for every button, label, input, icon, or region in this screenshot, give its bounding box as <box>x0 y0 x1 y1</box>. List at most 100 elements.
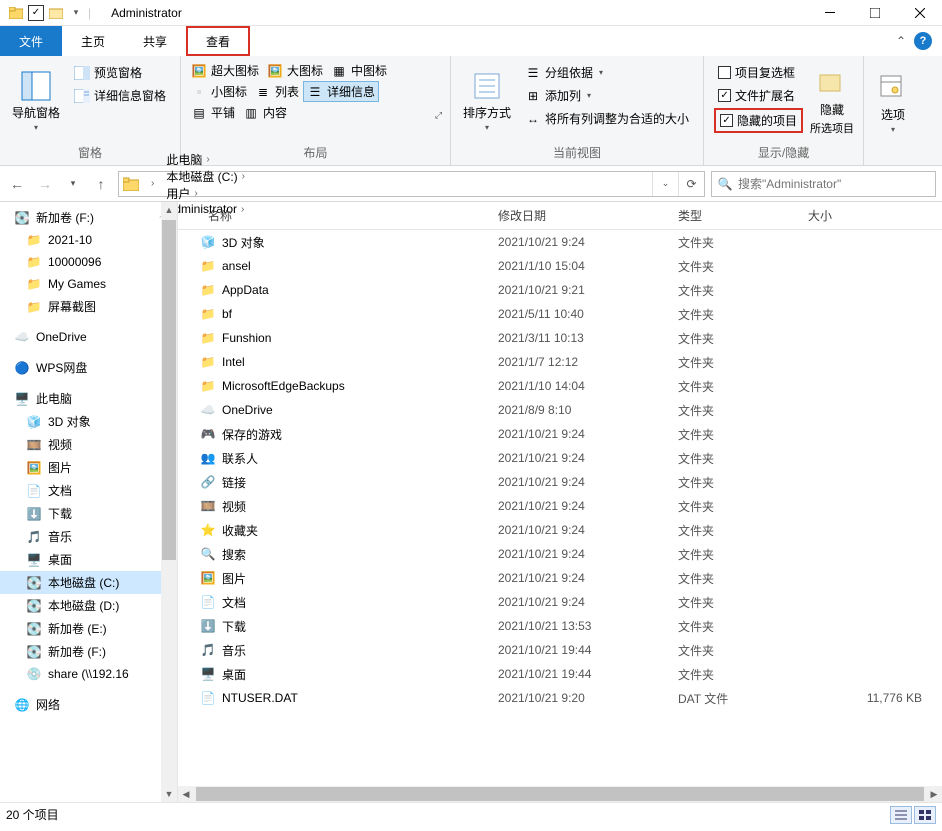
file-row[interactable]: 📁Funshion 2021/3/11 10:13 文件夹 <box>178 326 942 350</box>
col-header-date[interactable]: 修改日期 <box>498 207 678 224</box>
search-box[interactable]: 🔍 <box>711 171 936 197</box>
file-row[interactable]: 📁AppData 2021/10/21 9:21 文件夹 <box>178 278 942 302</box>
tree-item[interactable]: 💽本地磁盘 (C:) <box>0 571 177 594</box>
options-button[interactable]: 选项▾ <box>870 60 916 145</box>
file-row[interactable]: ☁️OneDrive 2021/8/9 8:10 文件夹 <box>178 398 942 422</box>
layout-small[interactable]: ▫️小图标 <box>187 81 251 102</box>
file-row[interactable]: 🎮保存的游戏 2021/10/21 9:24 文件夹 <box>178 422 942 446</box>
file-row[interactable]: 🖥️桌面 2021/10/21 19:44 文件夹 <box>178 662 942 686</box>
tree-item[interactable]: 🖼️图片 <box>0 456 177 479</box>
layout-details[interactable]: ☰详细信息 <box>303 81 379 102</box>
file-row[interactable]: ⬇️下载 2021/10/21 13:53 文件夹 <box>178 614 942 638</box>
details-pane-button[interactable]: 详细信息窗格 <box>70 85 170 106</box>
view-thumbnails-button[interactable] <box>914 806 936 824</box>
horizontal-scrollbar[interactable]: ◀▶ <box>178 786 942 802</box>
tree-item[interactable]: 💽新加卷 (F:) <box>0 206 177 229</box>
pictures-icon: 🖼️ <box>200 570 216 586</box>
tree-item[interactable]: 🎵音乐 <box>0 525 177 548</box>
address-bar[interactable]: › 此电脑›本地磁盘 (C:)›用户›Administrator› ⌄ ⟳ <box>118 171 705 197</box>
tree-item[interactable]: 💽新加卷 (E:) <box>0 617 177 640</box>
layout-content[interactable]: ▥内容 <box>239 102 291 123</box>
search-icon: 🔍 <box>200 546 216 562</box>
file-row[interactable]: 📁ansel 2021/1/10 15:04 文件夹 <box>178 254 942 278</box>
search-icon: 🔍 <box>712 177 738 191</box>
layout-tiles[interactable]: ▤平铺 <box>187 102 239 123</box>
file-row[interactable]: 📄文档 2021/10/21 9:24 文件夹 <box>178 590 942 614</box>
file-row[interactable]: 📄NTUSER.DAT 2021/10/21 9:20 DAT 文件 11,77… <box>178 686 942 710</box>
folder-icon: 📁 <box>200 354 216 370</box>
up-button[interactable]: ↑ <box>90 173 112 195</box>
tree-item[interactable]: 🧊3D 对象 <box>0 410 177 433</box>
col-header-size[interactable]: 大小 <box>808 207 942 224</box>
file-row[interactable]: 📁bf 2021/5/11 10:40 文件夹 <box>178 302 942 326</box>
view-details-button[interactable] <box>890 806 912 824</box>
search-input[interactable] <box>738 177 935 191</box>
options-icon <box>877 72 909 104</box>
help-icon[interactable]: ? <box>914 32 932 50</box>
address-dropdown-icon[interactable]: ⌄ <box>652 172 678 196</box>
tree-item[interactable]: 💿share (\\192.16 <box>0 663 177 685</box>
layout-extra-large[interactable]: 🖼️超大图标 <box>187 60 263 81</box>
file-row[interactable]: 🧊3D 对象 2021/10/21 9:24 文件夹 <box>178 230 942 254</box>
tree-item[interactable]: 🖥️此电脑 <box>0 387 177 410</box>
hide-selected-button[interactable]: 隐藏 所选项目 <box>807 60 857 142</box>
tree-item[interactable]: 💽本地磁盘 (D:) <box>0 594 177 617</box>
tree-item[interactable]: 📁屏幕截图 <box>0 295 177 318</box>
nav-pane-button[interactable]: 导航窗格 ▾ <box>6 60 66 142</box>
tab-home[interactable]: 主页 <box>62 26 124 56</box>
layout-list[interactable]: ≣列表 <box>251 81 303 102</box>
file-row[interactable]: 🎞️视频 2021/10/21 9:24 文件夹 <box>178 494 942 518</box>
refresh-button[interactable]: ⟳ <box>678 172 704 196</box>
file-row[interactable]: 🔍搜索 2021/10/21 9:24 文件夹 <box>178 542 942 566</box>
tree-item[interactable]: 📄文档 <box>0 479 177 502</box>
file-row[interactable]: 👥联系人 2021/10/21 9:24 文件夹 <box>178 446 942 470</box>
tree-item[interactable]: 🌐网络 <box>0 693 177 716</box>
tree-item[interactable]: 💽新加卷 (F:) <box>0 640 177 663</box>
breadcrumb-item[interactable]: 此电脑› <box>162 151 253 168</box>
checkbox-item-checkboxes[interactable]: 项目复选框 <box>714 62 803 83</box>
preview-pane-button[interactable]: 预览窗格 <box>70 62 170 83</box>
group-by-button[interactable]: ☰分组依据▾ <box>521 62 693 83</box>
nav-tree[interactable]: 📌 💽新加卷 (F:)📁2021-10📁10000096📁My Games📁屏幕… <box>0 202 178 802</box>
qat-checkbox[interactable] <box>28 5 44 21</box>
file-row[interactable]: 🎵音乐 2021/10/21 19:44 文件夹 <box>178 638 942 662</box>
back-button[interactable]: ← <box>6 173 28 195</box>
tree-scrollbar[interactable]: ▲ ▼ <box>161 202 177 802</box>
close-button[interactable] <box>897 0 942 26</box>
layout-medium[interactable]: ▦中图标 <box>327 60 391 81</box>
tree-item[interactable]: 🔵WPS网盘 <box>0 356 177 379</box>
tree-item[interactable]: 📁2021-10 <box>0 229 177 251</box>
ribbon-collapse-icon[interactable]: ⌃ <box>896 34 906 48</box>
maximize-button[interactable] <box>852 0 897 26</box>
checkbox-file-extensions[interactable]: 文件扩展名 <box>714 85 803 106</box>
checkbox-hidden-items[interactable]: 隐藏的项目 <box>714 108 803 133</box>
file-row[interactable]: 📁Intel 2021/1/7 12:12 文件夹 <box>178 350 942 374</box>
recent-dropdown-icon[interactable]: ▾ <box>62 173 84 195</box>
file-row[interactable]: ⭐收藏夹 2021/10/21 9:24 文件夹 <box>178 518 942 542</box>
tree-item[interactable]: 📁10000096 <box>0 251 177 273</box>
column-headers[interactable]: 名称 修改日期 类型 大小 <box>178 202 942 230</box>
tab-file[interactable]: 文件 <box>0 26 62 56</box>
file-row[interactable]: 📁MicrosoftEdgeBackups 2021/1/10 14:04 文件… <box>178 374 942 398</box>
forward-button[interactable]: → <box>34 173 56 195</box>
tree-item[interactable]: 🎞️视频 <box>0 433 177 456</box>
file-row[interactable]: 🖼️图片 2021/10/21 9:24 文件夹 <box>178 566 942 590</box>
file-row[interactable]: 🔗链接 2021/10/21 9:24 文件夹 <box>178 470 942 494</box>
col-header-name[interactable]: 名称 <box>178 207 498 224</box>
layout-large[interactable]: 🖼️大图标 <box>263 60 327 81</box>
tab-share[interactable]: 共享 <box>124 26 186 56</box>
layout-more-icon[interactable]: ⤢ <box>433 108 444 123</box>
tree-item[interactable]: 🖥️桌面 <box>0 548 177 571</box>
tree-item[interactable]: ☁️OneDrive <box>0 326 177 348</box>
size-all-columns-button[interactable]: ↔将所有列调整为合适的大小 <box>521 108 693 129</box>
tree-item[interactable]: ⬇️下载 <box>0 502 177 525</box>
tab-view[interactable]: 查看 <box>186 26 250 56</box>
sort-by-button[interactable]: 排序方式▾ <box>457 60 517 142</box>
breadcrumb-item[interactable]: 用户› <box>162 185 253 202</box>
qat-dropdown-icon[interactable]: ▾ <box>68 5 84 21</box>
col-header-type[interactable]: 类型 <box>678 207 808 224</box>
breadcrumb-item[interactable]: 本地磁盘 (C:)› <box>162 168 253 185</box>
tree-item[interactable]: 📁My Games <box>0 273 177 295</box>
add-columns-button[interactable]: ⊞添加列▾ <box>521 85 693 106</box>
minimize-button[interactable] <box>807 0 852 26</box>
